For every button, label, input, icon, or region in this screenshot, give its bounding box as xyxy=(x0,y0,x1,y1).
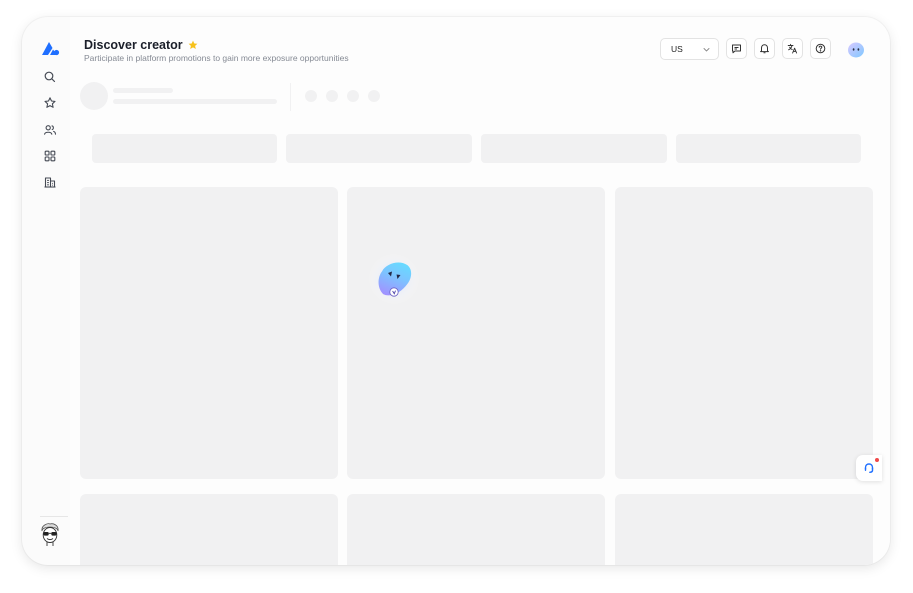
tag-skeleton xyxy=(347,90,359,102)
creator-card-skeleton xyxy=(80,187,338,479)
sidebar-divider xyxy=(40,516,68,517)
notification-dot xyxy=(875,458,879,462)
loading-mascot-icon xyxy=(368,253,420,305)
creator-card-skeleton xyxy=(80,494,338,565)
profile-name-skeleton xyxy=(113,88,173,93)
users-icon xyxy=(44,125,57,135)
help-button[interactable] xyxy=(810,38,831,59)
search-icon xyxy=(44,71,56,83)
assistant-avatar[interactable] xyxy=(846,39,866,59)
chevron-down-icon xyxy=(703,48,710,52)
profile-divider xyxy=(290,83,291,111)
profile-desc-skeleton xyxy=(113,99,277,104)
language-button[interactable] xyxy=(782,38,803,59)
sidebar xyxy=(30,27,84,557)
filter-skeleton xyxy=(92,134,277,163)
favorite-star-icon[interactable] xyxy=(188,40,198,50)
page-subtitle: Participate in platform promotions to ga… xyxy=(84,53,349,63)
sidebar-item-apps[interactable] xyxy=(43,149,57,163)
notifications-button[interactable] xyxy=(754,38,775,59)
main-content: Discover creator Participate in platform… xyxy=(70,17,890,565)
sidebar-item-creators[interactable] xyxy=(43,123,57,137)
page-title-row: Discover creator xyxy=(84,37,198,53)
tag-skeleton xyxy=(326,90,338,102)
creator-card-skeleton xyxy=(347,187,605,479)
message-icon xyxy=(732,44,741,54)
region-select-value: US xyxy=(671,44,683,54)
help-icon xyxy=(815,43,826,54)
filter-skeleton xyxy=(676,134,861,163)
translate-icon xyxy=(787,43,798,54)
building-icon xyxy=(44,177,56,188)
profile-avatar-skeleton xyxy=(80,82,108,110)
region-select[interactable]: US xyxy=(660,38,719,60)
tag-skeleton xyxy=(368,90,380,102)
grid-icon xyxy=(44,150,56,162)
creator-card-skeleton xyxy=(615,494,873,565)
tag-skeleton xyxy=(305,90,317,102)
sidebar-item-favorites[interactable] xyxy=(43,96,57,110)
page-title: Discover creator xyxy=(84,38,183,52)
customer-support-button[interactable] xyxy=(856,455,882,481)
app-window: Discover creator Participate in platform… xyxy=(22,17,890,565)
bell-icon xyxy=(760,44,769,54)
app-logo-icon[interactable] xyxy=(40,39,60,57)
star-icon xyxy=(44,97,56,108)
filter-skeleton xyxy=(481,134,667,163)
creator-card-skeleton xyxy=(615,187,873,479)
user-avatar[interactable] xyxy=(39,523,61,547)
sidebar-item-search[interactable] xyxy=(43,70,57,84)
filter-skeleton xyxy=(286,134,472,163)
sidebar-item-stores[interactable] xyxy=(43,175,57,189)
creator-card-skeleton xyxy=(347,494,605,565)
headset-icon xyxy=(864,463,874,473)
messages-button[interactable] xyxy=(726,38,747,59)
